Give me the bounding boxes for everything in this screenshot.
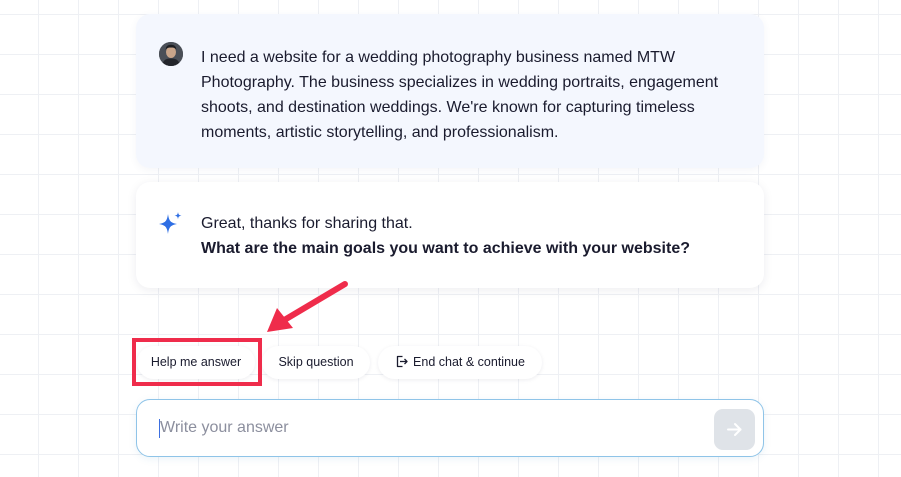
exit-door-icon [396, 355, 408, 368]
highlight-box [132, 338, 262, 386]
arrow-right-icon [727, 423, 742, 436]
user-message-card: I need a website for a wedding photograp… [136, 14, 764, 168]
ai-message-card: Great, thanks for sharing that. What are… [136, 182, 764, 288]
end-chat-label: End chat & continue [413, 355, 525, 369]
send-button[interactable] [714, 409, 755, 450]
answer-input[interactable] [160, 414, 700, 442]
ai-message-intro: Great, thanks for sharing that. [201, 215, 413, 232]
skip-question-button[interactable]: Skip question [262, 346, 370, 379]
user-message-text: I need a website for a wedding photograp… [201, 49, 719, 141]
person-photo-icon [159, 42, 183, 66]
annotation-arrow-icon [267, 281, 348, 332]
end-chat-button[interactable]: End chat & continue [378, 346, 542, 379]
sparkle-icon [159, 212, 182, 234]
user-avatar [159, 42, 183, 66]
skip-question-label: Skip question [278, 355, 354, 369]
ai-message-text: Great, thanks for sharing that. What are… [201, 211, 744, 261]
answer-input-container [136, 399, 764, 457]
ai-message-question: What are the main goals you want to achi… [201, 240, 690, 257]
